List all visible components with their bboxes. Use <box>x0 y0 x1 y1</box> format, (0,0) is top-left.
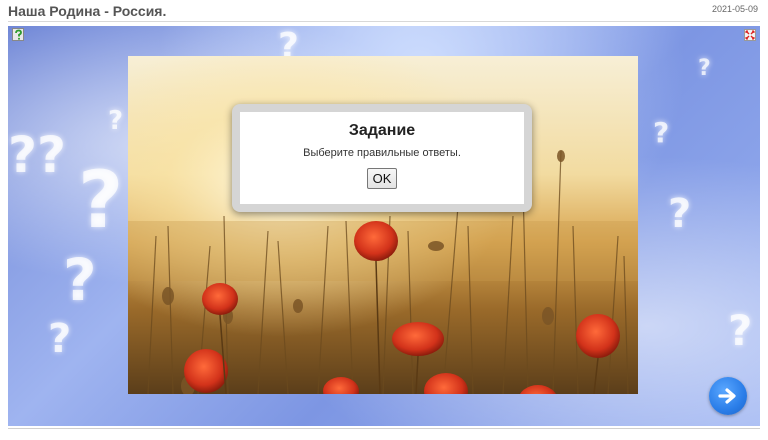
background-question-mark: ? <box>63 246 97 314</box>
date-label: 2021-05-09 <box>711 4 758 14</box>
background-question-mark: ? <box>48 316 72 362</box>
arrow-right-icon <box>718 388 736 404</box>
quiz-page: Наша Родина - Россия. 2021-05-09 ?? ? ? … <box>0 0 768 440</box>
background-question-mark: ?? <box>8 126 67 184</box>
background-question-mark: ? <box>653 116 670 149</box>
dialog-message: Выберите правильные ответы. <box>303 147 461 159</box>
background-question-mark: ? <box>108 106 124 136</box>
task-dialog-body: Задание Выберите правильные ответы. OK <box>240 112 524 204</box>
fullscreen-icon[interactable] <box>744 28 756 41</box>
background-question-mark: ? <box>698 56 711 81</box>
ok-button[interactable]: OK <box>366 168 398 189</box>
background-question-mark: ? <box>78 156 124 246</box>
background-question-mark: ? <box>728 306 753 355</box>
dialog-title: Задание <box>348 122 416 139</box>
background-question-mark: ? <box>668 191 692 237</box>
next-button[interactable] <box>709 377 747 415</box>
quiz-stage: ?? ? ? ? ? ? ? ? ? ? <box>8 26 760 426</box>
header-divider <box>8 21 760 22</box>
task-dialog: Задание Выберите правильные ответы. OK <box>232 104 532 212</box>
header: Наша Родина - Россия. 2021-05-09 <box>0 0 768 22</box>
page-title: Наша Родина - Россия. <box>8 3 167 19</box>
help-icon[interactable] <box>12 28 26 42</box>
bottom-divider <box>8 428 760 429</box>
